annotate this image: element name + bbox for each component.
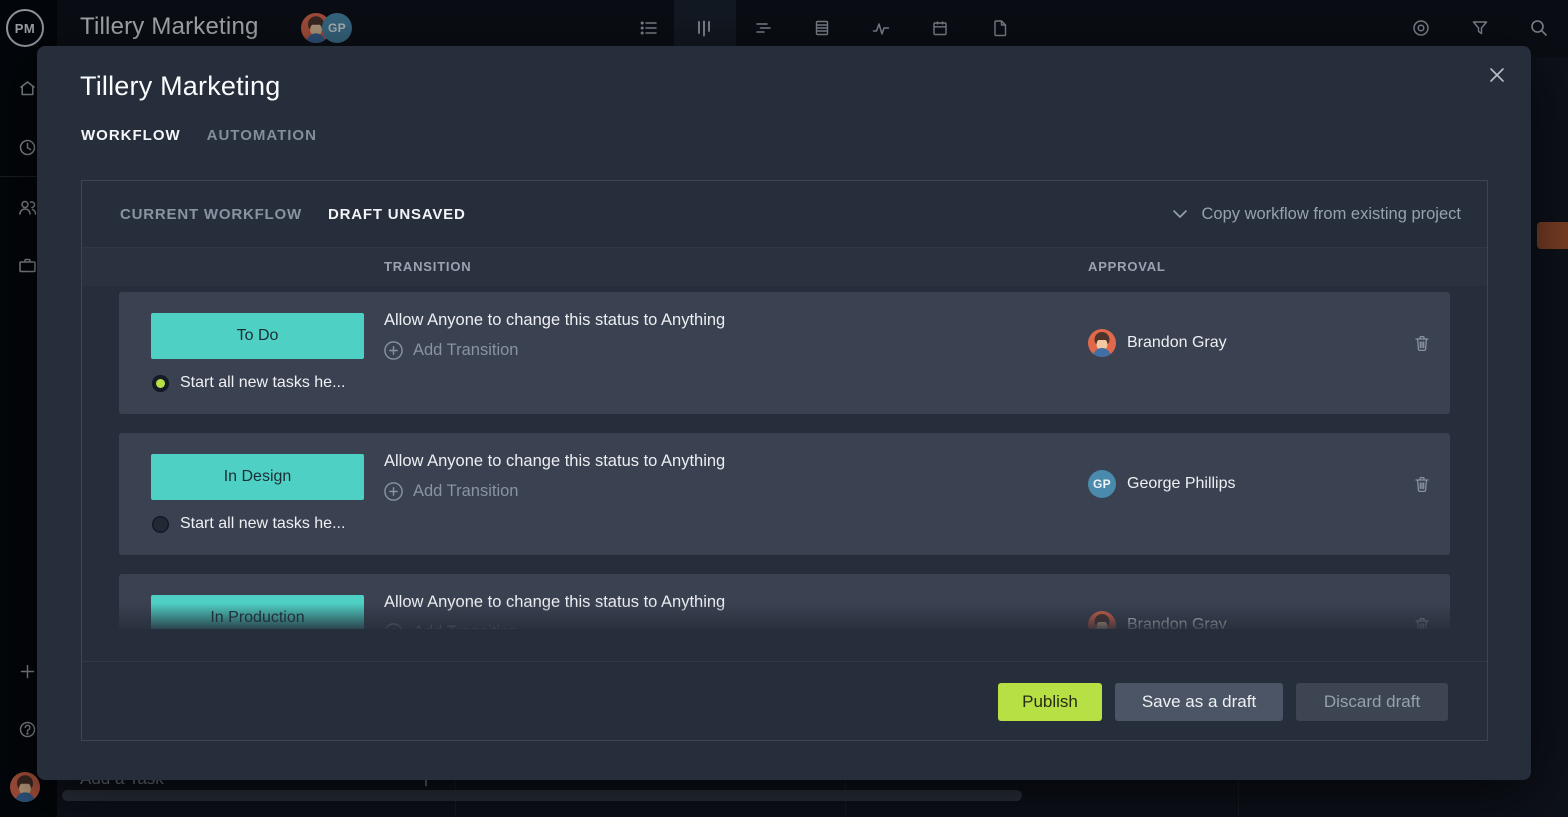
radio-selected[interactable]: [152, 375, 169, 392]
status-column: In Design Start all new tasks he...: [119, 433, 384, 555]
status-chip[interactable]: To Do: [151, 313, 364, 359]
column-header-transition: TRANSITION: [384, 259, 471, 274]
workflow-panel-tabs: CURRENT WORKFLOW DRAFT UNSAVED Copy work…: [82, 181, 1487, 248]
copy-workflow-dropdown[interactable]: Copy workflow from existing project: [1172, 205, 1461, 224]
chevron-down-icon: [1172, 209, 1188, 219]
circle-plus-icon: [384, 341, 403, 360]
close-icon[interactable]: [1487, 65, 1507, 85]
transition-column: Allow Anyone to change this status to An…: [384, 292, 1088, 414]
add-transition-button[interactable]: Add Transition: [384, 482, 1088, 501]
status-column: In Production: [119, 574, 384, 629]
trash-icon[interactable]: [1412, 474, 1432, 494]
trash-icon[interactable]: [1412, 333, 1432, 353]
start-tasks-radio-row[interactable]: Start all new tasks he...: [152, 374, 345, 392]
approver-avatar: [1088, 611, 1116, 629]
tab-draft-unsaved[interactable]: DRAFT UNSAVED: [328, 206, 466, 223]
tab-automation[interactable]: AUTOMATION: [207, 127, 317, 144]
allow-transition-text: Allow Anyone to change this status to An…: [384, 593, 1088, 612]
save-as-draft-button[interactable]: Save as a draft: [1115, 683, 1283, 721]
table-header: TRANSITION APPROVAL: [82, 248, 1487, 286]
workflow-row-inproduction: In Production Allow Anyone to change thi…: [119, 574, 1450, 629]
approver-name: Brandon Gray: [1127, 611, 1227, 629]
discard-draft-button[interactable]: Discard draft: [1296, 683, 1448, 721]
add-transition-button[interactable]: Add Transition: [384, 623, 1088, 629]
circle-plus-icon: [384, 482, 403, 501]
approver-name: Brandon Gray: [1127, 329, 1227, 357]
approver-avatar: GP: [1088, 470, 1116, 498]
column-header-approval: APPROVAL: [1088, 259, 1166, 274]
tab-workflow[interactable]: WORKFLOW: [81, 127, 181, 144]
approval-column[interactable]: Brandon Gray: [1088, 574, 1450, 629]
transition-column: Allow Anyone to change this status to An…: [384, 574, 1088, 629]
approver-avatar: [1088, 329, 1116, 357]
status-chip[interactable]: In Design: [151, 454, 364, 500]
status-column: To Do Start all new tasks he...: [119, 292, 384, 414]
workflow-modal: Tillery Marketing WORKFLOW AUTOMATION CU…: [37, 46, 1531, 780]
workflow-row-todo: To Do Start all new tasks he... Allow An…: [119, 292, 1450, 414]
status-chip[interactable]: In Production: [151, 595, 364, 629]
allow-transition-text: Allow Anyone to change this status to An…: [384, 452, 1088, 471]
panel-footer: Publish Save as a draft Discard draft: [82, 661, 1487, 742]
radio-label: Start all new tasks he...: [180, 515, 345, 533]
radio-unselected[interactable]: [152, 516, 169, 533]
add-transition-label: Add Transition: [413, 482, 518, 501]
start-tasks-radio-row[interactable]: Start all new tasks he...: [152, 515, 345, 533]
copy-workflow-label: Copy workflow from existing project: [1201, 205, 1461, 224]
transition-column: Allow Anyone to change this status to An…: [384, 433, 1088, 555]
publish-button[interactable]: Publish: [998, 683, 1102, 721]
workflow-rows-viewport[interactable]: To Do Start all new tasks he... Allow An…: [82, 286, 1487, 629]
modal-tabs: WORKFLOW AUTOMATION: [81, 127, 317, 144]
modal-title: Tillery Marketing: [80, 71, 280, 102]
radio-label: Start all new tasks he...: [180, 374, 345, 392]
approver-name: George Phillips: [1127, 470, 1236, 498]
workflow-panel: CURRENT WORKFLOW DRAFT UNSAVED Copy work…: [81, 180, 1488, 741]
add-transition-label: Add Transition: [413, 623, 518, 629]
add-transition-button[interactable]: Add Transition: [384, 341, 1088, 360]
approval-column[interactable]: GP George Phillips: [1088, 433, 1450, 555]
workflow-row-indesign: In Design Start all new tasks he... Allo…: [119, 433, 1450, 555]
allow-transition-text: Allow Anyone to change this status to An…: [384, 311, 1088, 330]
trash-icon[interactable]: [1412, 615, 1432, 629]
tab-current-workflow[interactable]: CURRENT WORKFLOW: [120, 206, 302, 223]
add-transition-label: Add Transition: [413, 341, 518, 360]
approval-column[interactable]: Brandon Gray: [1088, 292, 1450, 414]
circle-plus-icon: [384, 623, 403, 629]
